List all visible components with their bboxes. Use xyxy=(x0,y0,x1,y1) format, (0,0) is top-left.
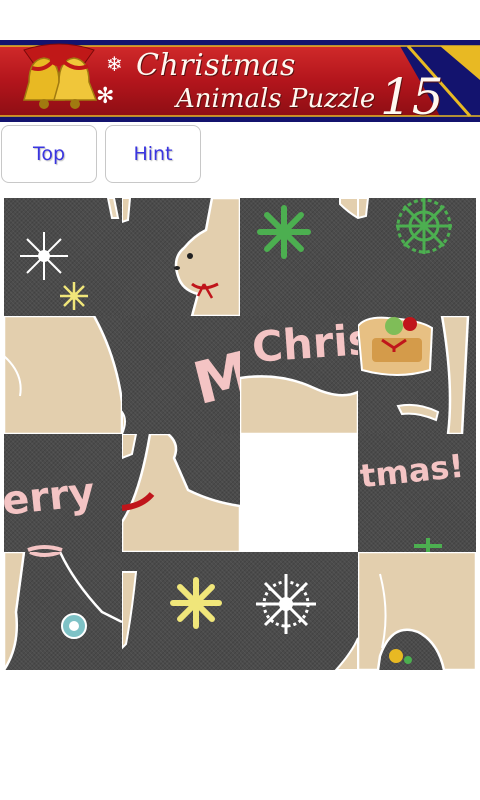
puzzle-tile[interactable] xyxy=(358,552,476,670)
puzzle-tile[interactable]: M xyxy=(122,316,240,434)
tile-text-christ: Christ xyxy=(250,316,358,372)
game-title-line1: Christmas xyxy=(136,48,296,83)
puzzle-tile[interactable] xyxy=(122,552,240,670)
bells-icon xyxy=(23,43,98,109)
title-banner: ❄ ✻ Christmas Animals Puzzle 15 xyxy=(0,40,480,122)
puzzle-tile[interactable] xyxy=(358,198,476,316)
puzzle-tile[interactable]: tmas! xyxy=(358,434,476,552)
puzzle-tile[interactable] xyxy=(358,316,476,434)
puzzle-tile[interactable] xyxy=(4,316,122,434)
hint-button[interactable]: Hint xyxy=(105,125,201,183)
puzzle-tile[interactable] xyxy=(4,198,122,316)
puzzle-tile[interactable]: erry xyxy=(4,434,122,552)
snowflake-icon: ❄ xyxy=(106,52,123,76)
top-button[interactable]: Top xyxy=(1,125,97,183)
puzzle-board: M Christ erry tmas! xyxy=(4,198,476,670)
puzzle-tile[interactable] xyxy=(122,434,240,552)
puzzle-tile[interactable] xyxy=(240,552,358,670)
puzzle-tile[interactable] xyxy=(240,198,358,316)
puzzle-level-number: 15 xyxy=(380,68,444,122)
snowflake-icon: ✻ xyxy=(96,84,115,109)
puzzle-tile[interactable]: Christ xyxy=(240,316,358,434)
puzzle-tile[interactable] xyxy=(4,552,122,670)
puzzle-tile[interactable] xyxy=(122,198,240,316)
empty-slot[interactable] xyxy=(240,434,358,552)
game-title-line2: Animals Puzzle xyxy=(176,84,376,114)
